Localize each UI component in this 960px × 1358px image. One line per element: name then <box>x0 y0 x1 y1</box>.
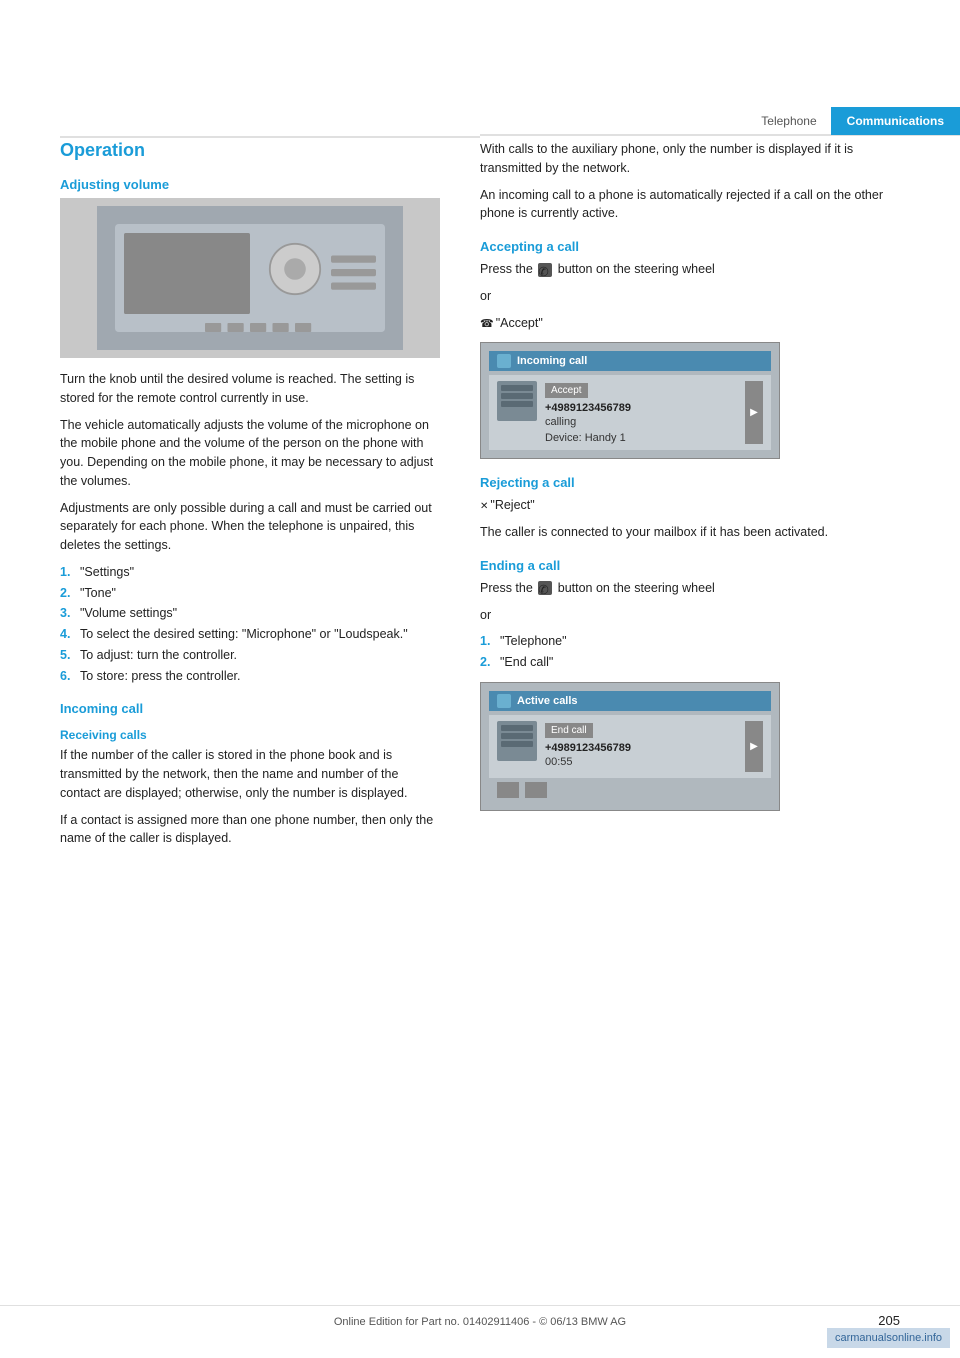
screen-header: Incoming call <box>489 351 771 371</box>
phone-number: +4989123456789 <box>545 402 737 414</box>
active-screen-side-button[interactable]: ▶ <box>745 721 763 772</box>
accept-button[interactable]: Accept <box>545 383 588 398</box>
receiving-para-1: If the number of the caller is stored in… <box>60 746 440 802</box>
accepting-call-title: Accepting a call <box>480 239 900 254</box>
receiving-calls-title: Receiving calls <box>60 728 440 742</box>
two-column-layout: Operation Adjusting volume <box>60 140 900 856</box>
page-content: Operation Adjusting volume <box>60 140 900 1278</box>
incoming-call-title: Incoming call <box>60 701 440 716</box>
screen-avatar <box>497 381 537 421</box>
active-screen-body: End call +4989123456789 00:55 ▶ <box>489 715 771 778</box>
ending-or: or <box>480 606 900 625</box>
rejecting-para: The caller is connected to your mailbox … <box>480 523 900 542</box>
call-duration: 00:55 <box>545 756 737 768</box>
device-text: Device: Handy 1 <box>545 432 737 444</box>
screen-header-title: Incoming call <box>517 355 587 367</box>
accepting-voice: "Accept" <box>480 314 900 333</box>
phone-button-icon-2: ✆ <box>538 581 552 595</box>
active-avatar-row-1 <box>501 725 533 731</box>
adjusting-para-2: The vehicle automatically adjusts the vo… <box>60 416 440 491</box>
list-item-5: 5.To adjust: turn the controller. <box>60 646 440 665</box>
active-avatar-row-2 <box>501 733 533 739</box>
phone-button-icon: ✆ <box>538 263 552 277</box>
control-btn-2[interactable] <box>525 782 547 798</box>
active-phone-number: +4989123456789 <box>545 742 737 754</box>
settings-list: 1."Settings" 2."Tone" 3."Volume settings… <box>60 563 440 686</box>
device-image <box>60 198 440 358</box>
right-column: With calls to the auxiliary phone, only … <box>480 140 900 856</box>
active-calls-screen: Active calls End call +4989123456789 00:… <box>480 682 780 811</box>
avatar-row-1 <box>501 385 533 391</box>
active-screen-header: Active calls <box>489 691 771 711</box>
active-screen-avatar <box>497 721 537 761</box>
rejecting-call-title: Rejecting a call <box>480 475 900 490</box>
active-avatar-row-3 <box>501 741 533 747</box>
accepting-or: or <box>480 287 900 306</box>
ending-list-item-1: 1."Telephone" <box>480 632 900 651</box>
screen-info: Accept +4989123456789 calling Device: Ha… <box>545 381 737 444</box>
receiving-para-2: If a contact is assigned more than one p… <box>60 811 440 849</box>
active-screen-info: End call +4989123456789 00:55 <box>545 721 737 772</box>
ending-call-title: Ending a call <box>480 558 900 573</box>
list-item-2: 2."Tone" <box>60 584 440 603</box>
list-item-3: 3."Volume settings" <box>60 604 440 623</box>
right-para-2: An incoming call to a phone is automatic… <box>480 186 900 224</box>
screen-header-icon <box>497 354 511 368</box>
ending-para: Press the ✆ button on the steering wheel <box>480 579 900 598</box>
calling-text: calling <box>545 416 737 428</box>
right-para-1: With calls to the auxiliary phone, only … <box>480 140 900 178</box>
incoming-call-screen: Incoming call Accept +4989123456789 call… <box>480 342 780 459</box>
list-item-4: 4.To select the desired setting: "Microp… <box>60 625 440 644</box>
header-line <box>60 136 480 138</box>
avatar-row-2 <box>501 393 533 399</box>
watermark: carmanualsonline.info <box>827 1328 950 1348</box>
tab-communications[interactable]: Communications <box>831 107 960 135</box>
adjusting-para-3: Adjustments are only possible during a c… <box>60 499 440 555</box>
screen-body: Accept +4989123456789 calling Device: Ha… <box>489 375 771 450</box>
adjusting-volume-title: Adjusting volume <box>60 177 440 192</box>
list-item-6: 6.To store: press the controller. <box>60 667 440 686</box>
screen-side-button[interactable]: ▶ <box>745 381 763 444</box>
active-screen-icon <box>497 694 511 708</box>
active-screen-title: Active calls <box>517 695 578 707</box>
footer-text: Online Edition for Part no. 01402911406 … <box>334 1316 626 1328</box>
avatar-row-3 <box>501 401 533 407</box>
section-title: Operation <box>60 140 440 161</box>
end-call-button[interactable]: End call <box>545 723 593 738</box>
control-btn-1[interactable] <box>497 782 519 798</box>
accepting-para: Press the ✆ button on the steering wheel <box>480 260 900 279</box>
page-number: 205 <box>878 1313 900 1328</box>
ending-list: 1."Telephone" 2."End call" <box>480 632 900 672</box>
footer: Online Edition for Part no. 01402911406 … <box>0 1305 960 1328</box>
active-screen-controls <box>489 778 771 802</box>
tab-telephone[interactable]: Telephone <box>747 107 830 135</box>
left-column: Operation Adjusting volume <box>60 140 440 856</box>
rejecting-voice: "Reject" <box>480 496 900 515</box>
list-item-1: 1."Settings" <box>60 563 440 582</box>
ending-list-item-2: 2."End call" <box>480 653 900 672</box>
adjusting-para-1: Turn the knob until the desired volume i… <box>60 370 440 408</box>
header-tabs: Telephone Communications <box>480 108 960 136</box>
